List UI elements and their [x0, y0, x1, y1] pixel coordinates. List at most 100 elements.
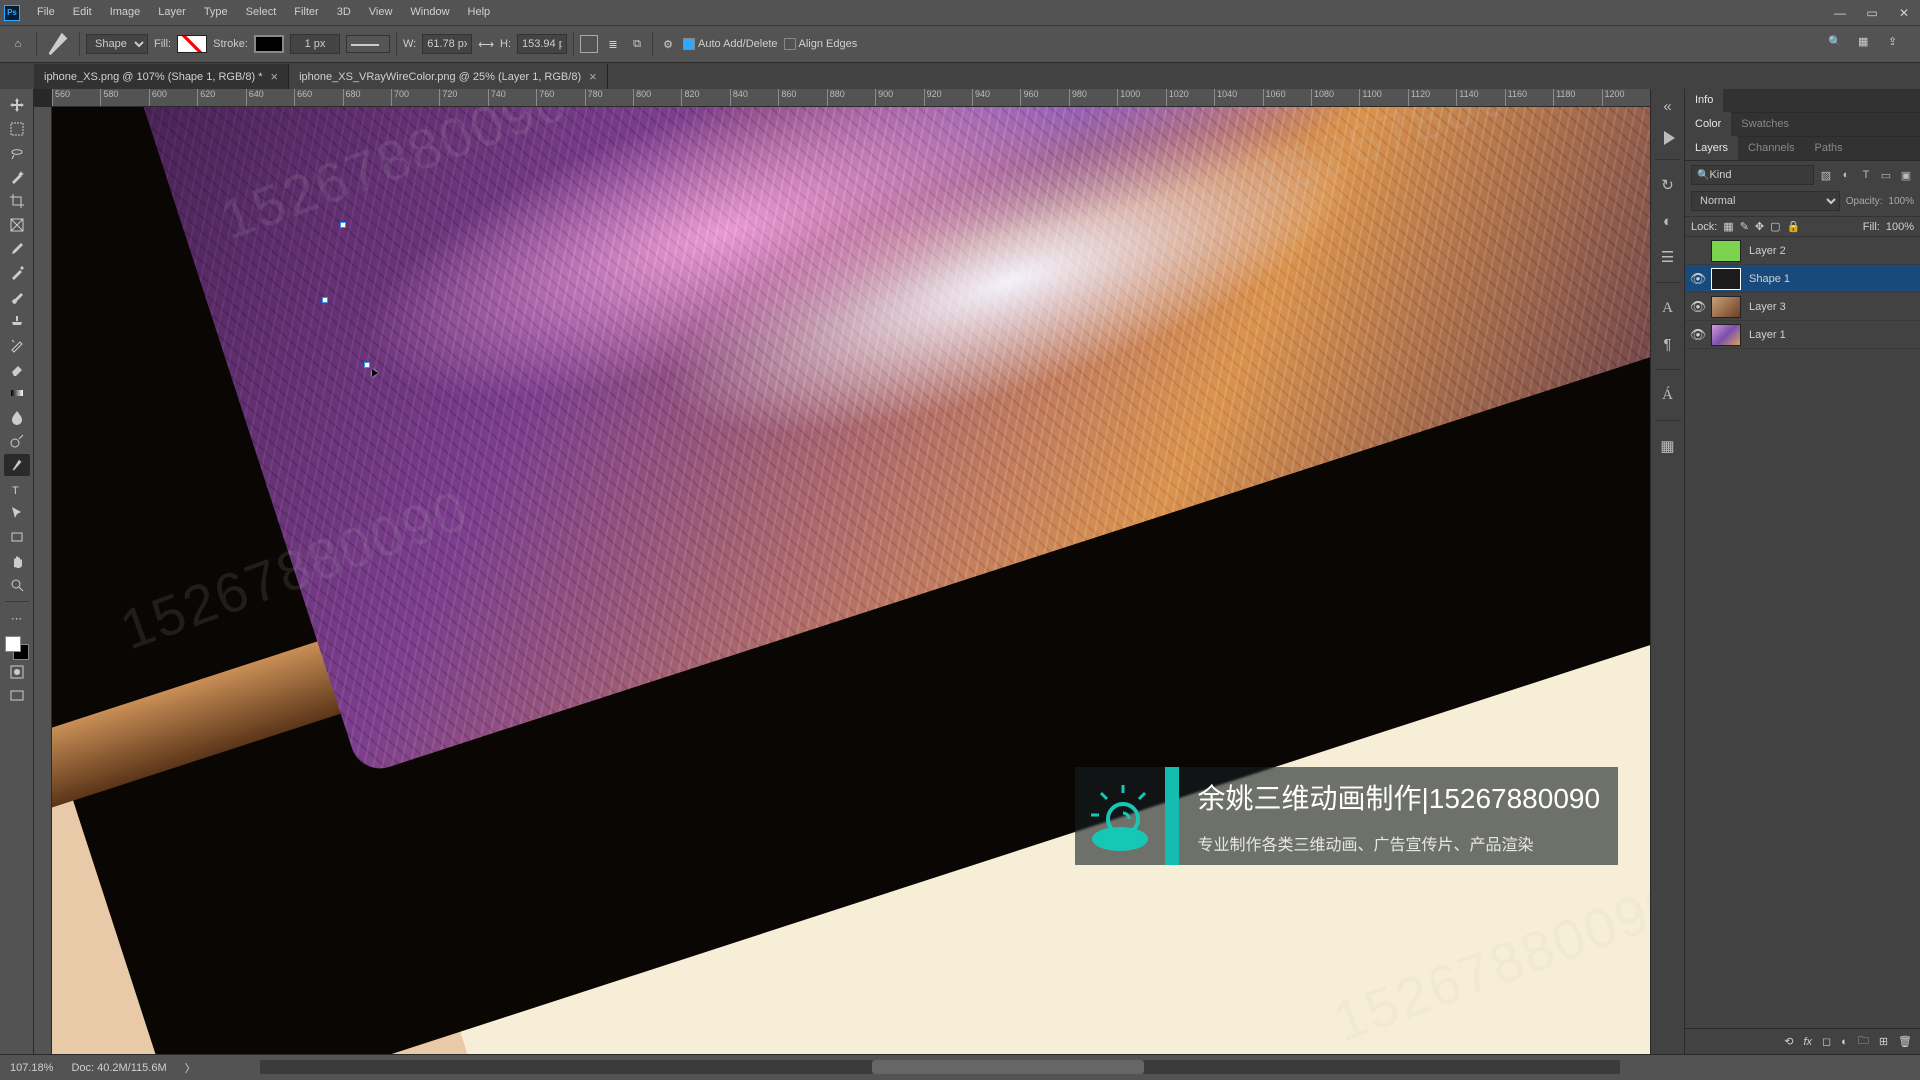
align-edges-checkbox[interactable]: Align Edges [784, 38, 858, 50]
properties-panel-icon[interactable]: ☰ [1657, 246, 1679, 268]
screen-mode-icon[interactable] [4, 685, 30, 707]
workspace-icon[interactable]: ▦ [1858, 35, 1876, 53]
link-wh-icon[interactable]: ⟷ [478, 38, 494, 51]
move-tool[interactable] [4, 94, 30, 116]
path-anchor-point[interactable] [322, 297, 328, 303]
document-info[interactable]: Doc: 40.2M/115.6M [71, 1062, 166, 1074]
path-anchor-point[interactable] [340, 222, 346, 228]
document-tab-inactive[interactable]: iphone_XS_VRayWireColor.png @ 25% (Layer… [289, 64, 608, 89]
stroke-style-dropdown[interactable] [346, 35, 390, 53]
type-tool[interactable]: T [4, 478, 30, 500]
maximize-icon[interactable]: ▭ [1856, 0, 1888, 25]
lock-all-icon[interactable]: 🔒 [1787, 220, 1801, 233]
healing-brush-tool[interactable] [4, 262, 30, 284]
menu-filter[interactable]: Filter [285, 0, 327, 25]
document-canvas[interactable]: 15267880090 15267880090 15267880090 1526… [52, 107, 1650, 1054]
history-panel-icon[interactable]: ↻ [1657, 174, 1679, 196]
adjustment-layer-icon[interactable]: ◐ [1841, 1036, 1848, 1048]
home-icon[interactable]: ⌂ [6, 32, 30, 56]
close-tab-icon[interactable]: × [270, 69, 278, 84]
horizontal-scrollbar[interactable] [260, 1060, 1620, 1074]
lock-transparent-icon[interactable]: ▦ [1723, 220, 1733, 233]
stroke-swatch[interactable] [254, 35, 284, 53]
layer-name[interactable]: Shape 1 [1749, 273, 1790, 285]
play-icon[interactable] [1664, 131, 1675, 145]
layer-name[interactable]: Layer 3 [1749, 301, 1786, 313]
eyedropper-tool[interactable] [4, 238, 30, 260]
path-anchor-point[interactable] [364, 362, 370, 368]
scrollbar-thumb[interactable] [872, 1060, 1144, 1074]
fill-value[interactable]: 100% [1886, 221, 1914, 233]
layer-filter-kind[interactable]: 🔍 Kind [1691, 165, 1814, 185]
hand-tool[interactable] [4, 550, 30, 572]
layer-row[interactable]: 👁 Layer 3 [1685, 293, 1920, 321]
menu-view[interactable]: View [360, 0, 402, 25]
glyphs-panel-icon[interactable]: Á [1657, 384, 1679, 406]
foreground-background-colors[interactable] [5, 636, 29, 660]
layer-row[interactable]: 👁 Layer 1 [1685, 321, 1920, 349]
visibility-toggle-icon[interactable]: 👁 [1685, 271, 1711, 287]
edit-toolbar-icon[interactable]: ⋯ [4, 607, 30, 629]
tool-mode-select[interactable]: Shape [86, 34, 148, 54]
filter-adjust-icon[interactable]: ◐ [1838, 167, 1854, 183]
menu-3d[interactable]: 3D [328, 0, 360, 25]
document-tab-active[interactable]: iphone_XS.png @ 107% (Shape 1, RGB/8) * … [34, 64, 289, 89]
path-selection-tool[interactable] [4, 502, 30, 524]
menu-edit[interactable]: Edit [64, 0, 101, 25]
path-arrangement-icon[interactable]: ⧉ [628, 35, 646, 53]
layer-thumbnail[interactable] [1711, 324, 1741, 346]
layer-mask-icon[interactable]: ◻ [1822, 1035, 1831, 1048]
menu-help[interactable]: Help [459, 0, 500, 25]
filter-smart-icon[interactable]: ▣ [1898, 167, 1914, 183]
blur-tool[interactable] [4, 406, 30, 428]
tab-color[interactable]: Color [1685, 112, 1731, 136]
layer-style-icon[interactable]: fx [1803, 1036, 1812, 1048]
search-icon[interactable]: 🔍 [1828, 35, 1846, 53]
path-options-gear-icon[interactable]: ⚙ [659, 35, 677, 53]
tab-paths[interactable]: Paths [1805, 136, 1853, 160]
pen-tool-preset-icon[interactable] [43, 33, 73, 55]
delete-layer-icon[interactable]: 🗑 [1898, 1035, 1912, 1048]
path-alignment-icon[interactable]: ≣ [604, 35, 622, 53]
menu-select[interactable]: Select [237, 0, 286, 25]
rectangle-tool[interactable] [4, 526, 30, 548]
lock-artboard-icon[interactable]: ▢ [1770, 220, 1780, 233]
layer-thumbnail[interactable] [1711, 240, 1741, 262]
paragraph-panel-icon[interactable]: ¶ [1657, 333, 1679, 355]
gradient-tool[interactable] [4, 382, 30, 404]
menu-window[interactable]: Window [401, 0, 458, 25]
fill-swatch[interactable] [177, 35, 207, 53]
zoom-tool[interactable] [4, 574, 30, 596]
lock-image-icon[interactable]: ✎ [1740, 220, 1749, 233]
character-panel-icon[interactable]: A [1657, 297, 1679, 319]
layer-thumbnail[interactable] [1711, 268, 1741, 290]
layer-name[interactable]: Layer 2 [1749, 245, 1786, 257]
menu-file[interactable]: File [28, 0, 64, 25]
path-operations-icon[interactable] [580, 35, 598, 53]
clone-stamp-tool[interactable] [4, 310, 30, 332]
horizontal-ruler[interactable]: 5605806006206406606807007207407607808008… [52, 89, 1650, 107]
adjustments-panel-icon[interactable]: ◐ [1657, 210, 1679, 232]
menu-type[interactable]: Type [195, 0, 237, 25]
pen-tool[interactable] [4, 454, 30, 476]
eraser-tool[interactable] [4, 358, 30, 380]
magic-wand-tool[interactable] [4, 166, 30, 188]
minimize-icon[interactable]: — [1824, 0, 1856, 25]
filter-shape-icon[interactable]: ▭ [1878, 167, 1894, 183]
tab-swatches[interactable]: Swatches [1731, 112, 1799, 136]
opacity-value[interactable]: 100% [1888, 196, 1914, 207]
height-input[interactable] [517, 34, 567, 54]
vertical-ruler[interactable] [34, 107, 52, 1054]
lock-position-icon[interactable]: ✥ [1755, 220, 1764, 233]
link-layers-icon[interactable]: ⟲ [1784, 1035, 1793, 1048]
tab-channels[interactable]: Channels [1738, 136, 1804, 160]
crop-tool[interactable] [4, 190, 30, 212]
filter-pixel-icon[interactable]: ▧ [1818, 167, 1834, 183]
close-icon[interactable]: ✕ [1888, 0, 1920, 25]
auto-add-delete-checkbox[interactable]: Auto Add/Delete [683, 38, 778, 50]
close-tab-icon[interactable]: × [589, 69, 597, 84]
visibility-toggle-icon[interactable]: 👁 [1685, 299, 1711, 315]
menu-layer[interactable]: Layer [149, 0, 195, 25]
layer-name[interactable]: Layer 1 [1749, 329, 1786, 341]
tab-info[interactable]: Info [1685, 88, 1723, 112]
